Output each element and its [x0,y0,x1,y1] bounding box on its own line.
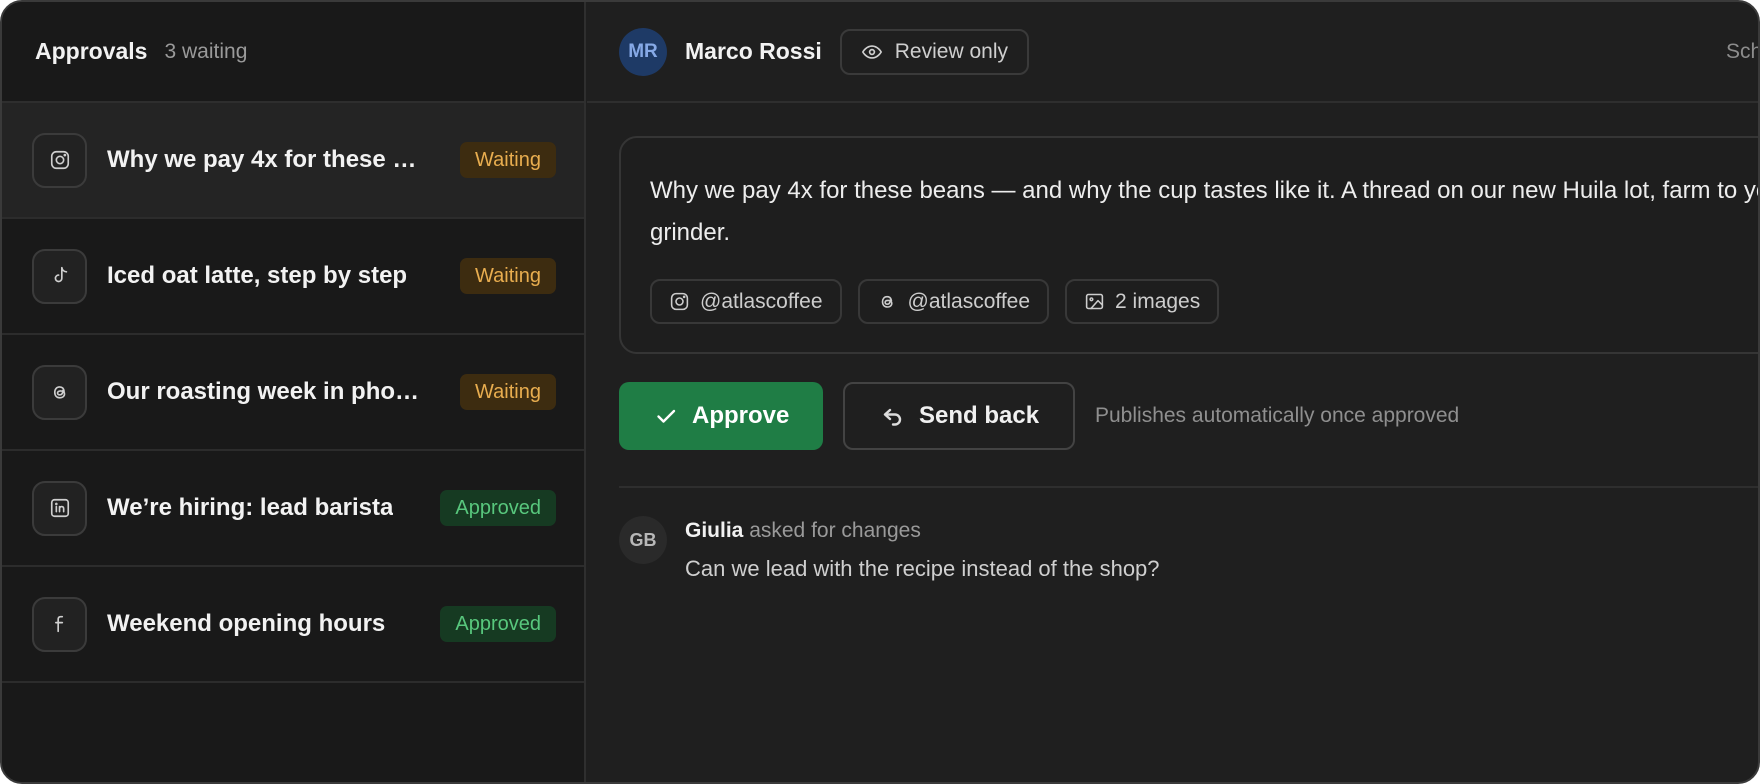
queue-item-title: Iced oat latte, step by step [107,262,408,289]
avatar: MR [619,27,667,76]
approve-button[interactable]: Approve [619,382,823,450]
post-meta-chips: @atlascoffee @atlascoffee 2 images [650,279,1220,324]
status-badge: Waiting [460,258,556,294]
post-preview-card: Why we pay 4x for these beans — and why … [619,136,1760,354]
instagram-icon [670,292,689,311]
sidebar-header: Approvals 3 waiting [2,2,584,103]
schedule-label: Sch [1726,40,1760,63]
chip-label: @atlascoffee [907,289,1031,313]
queue-item-title: We’re hiring: lead barista [107,494,394,521]
approvals-sidebar: Approvals 3 waiting Why we pay 4x for th… [2,2,586,782]
status-badge: Approved [440,606,556,642]
account-chip: @atlascoffee [857,279,1050,324]
avatar: GB [619,516,667,564]
send-back-label: Send back [919,402,1040,429]
facebook-icon [32,596,87,652]
reviewer-name: Marco Rossi [685,38,822,64]
instagram-icon [32,132,87,188]
send-back-button[interactable]: Send back [843,382,1075,450]
undo-icon [883,408,902,426]
comment-header: Giulia asked for changes [685,516,1160,546]
tiktok-icon [32,248,87,304]
comment: GB Giulia asked for changes Can we lead … [619,516,1160,584]
waiting-count: 3 waiting [164,39,248,63]
comment-action: asked for changes [749,519,921,542]
account-chip: @atlascoffee [650,279,842,324]
comment-author: Giulia [685,519,744,542]
app-window: Approvals 3 waiting Why we pay 4x for th… [0,0,1760,784]
status-badge: Waiting [460,142,556,178]
queue-item[interactable]: Why we pay 4x for these beans — and why … [2,103,584,219]
review-only-label: Review only [894,39,1008,63]
chip-label: 2 images [1115,289,1201,313]
image-icon [1085,293,1104,310]
eye-icon [861,44,882,59]
threads-icon [32,364,87,420]
status-badge: Approved [440,490,556,526]
review-only-badge: Review only [839,28,1029,75]
detail-header: MR Marco Rossi Review only Sch [587,2,1758,103]
comment-body: Giulia asked for changes Can we lead wit… [685,516,1160,584]
queue-item-title: Why we pay 4x for these beans — and why … [107,146,425,173]
queue-item[interactable]: Our roasting week in photos Waiting [2,335,584,451]
approval-detail: MR Marco Rossi Review only Sch Why we pa… [587,2,1758,782]
status-badge: Waiting [460,374,556,410]
chip-label: @atlascoffee [700,289,823,313]
threads-icon [881,295,893,308]
post-text: Why we pay 4x for these beans — and why … [650,177,1760,246]
queue-item[interactable]: Weekend opening hours Approved [2,567,584,683]
queue-item[interactable]: We’re hiring: lead barista Approved [2,451,584,567]
comment-text: Can we lead with the recipe instead of t… [685,556,1160,581]
approve-label: Approve [692,402,790,429]
queue-item-title: Weekend opening hours [107,610,386,637]
queue-item-title: Our roasting week in photos [107,378,425,405]
queue-item[interactable]: Iced oat latte, step by step Waiting [2,219,584,335]
divider [619,486,1758,488]
approval-actions: Approve Send back Publishes automaticall… [619,382,1459,450]
publish-note: Publishes automatically once approved [1095,404,1460,427]
images-chip: 2 images [1065,279,1220,324]
sidebar-title: Approvals [35,38,148,64]
linkedin-icon [32,480,87,536]
check-icon [657,409,676,423]
